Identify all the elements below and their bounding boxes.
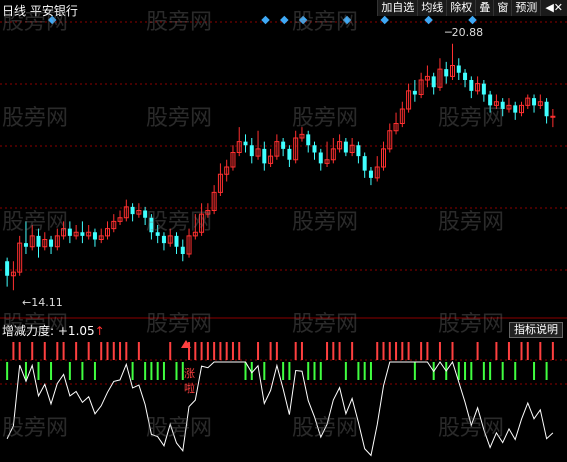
watermark: 股旁网 [2,210,69,235]
candle-body [80,232,85,236]
signal-text: 涨 啦 [184,367,195,395]
watermark: 股旁网 [146,210,213,235]
candle-body [161,235,166,244]
candle-body [431,76,436,88]
candle-body [368,170,373,178]
candle-body [550,115,556,118]
event-marker-icon [280,15,289,25]
watermark: 股旁网 [2,106,69,131]
watermark: 股旁网 [438,210,505,235]
event-marker-icon [380,15,389,25]
candle-body [67,228,72,236]
candle-body [130,206,135,215]
candle-body [49,239,54,247]
candle-body [356,145,361,157]
candle-body [343,141,348,153]
watermark: 股旁网 [2,312,69,337]
candle-body [444,69,449,77]
candle-body [412,90,417,95]
candle-body [469,80,474,91]
candle-body [174,235,179,247]
candle-body [281,141,286,149]
candle-body [243,141,248,146]
watermark: 股旁网 [292,10,359,35]
candle-body [456,65,461,73]
watermark: 股旁网 [292,416,359,441]
candle-body [362,156,367,171]
candle-body [23,243,28,247]
watermark: 股旁网 [146,106,213,131]
candle-body [513,105,518,113]
moving-average-button[interactable]: 均线 [417,0,447,16]
high-price-label: ─20.88 [445,26,484,39]
window-button[interactable]: 窗 [493,0,512,16]
candle-body [262,148,267,164]
watermark: 股旁网 [146,10,213,35]
toolbar: 加自选 均线 除权 叠 窗 预测 ◀✕ [377,0,567,16]
candle-body [532,98,537,106]
candle-body [36,235,41,247]
event-marker-icon [424,15,433,25]
watermark: 股旁网 [438,416,505,441]
watermark: 股旁网 [2,10,69,35]
indicator-help-button[interactable]: 指标说明 [509,322,563,338]
candle-body [249,145,254,157]
candle-body [92,232,97,240]
event-marker-icon [468,15,477,25]
watermark: 股旁网 [146,312,213,337]
watermark: 股旁网 [292,210,359,235]
candle-body [306,134,311,146]
watermark: 股旁网 [146,416,213,441]
candle-body [287,148,292,160]
candle-body [544,101,549,117]
up-arrow-icon: ↑ [94,324,105,338]
watermark: 股旁网 [292,312,359,337]
overlay-button[interactable]: 叠 [475,0,494,16]
watermark: 股旁网 [438,106,505,131]
candle-body [318,152,323,164]
forecast-button[interactable]: 预测 [511,0,541,16]
candle-body [5,261,10,276]
candle-body [312,145,317,153]
add-favorite-button[interactable]: 加自选 [377,0,418,16]
watermark: 股旁网 [292,106,359,131]
candle-body [463,72,468,80]
watermark: 股旁网 [2,416,69,441]
candle-body [180,246,185,254]
ex-rights-button[interactable]: 除权 [446,0,476,16]
candle-body [481,83,486,95]
watermark: 股旁网 [438,312,505,337]
event-marker-icon [261,15,270,25]
close-icon[interactable]: ◀✕ [540,0,567,16]
